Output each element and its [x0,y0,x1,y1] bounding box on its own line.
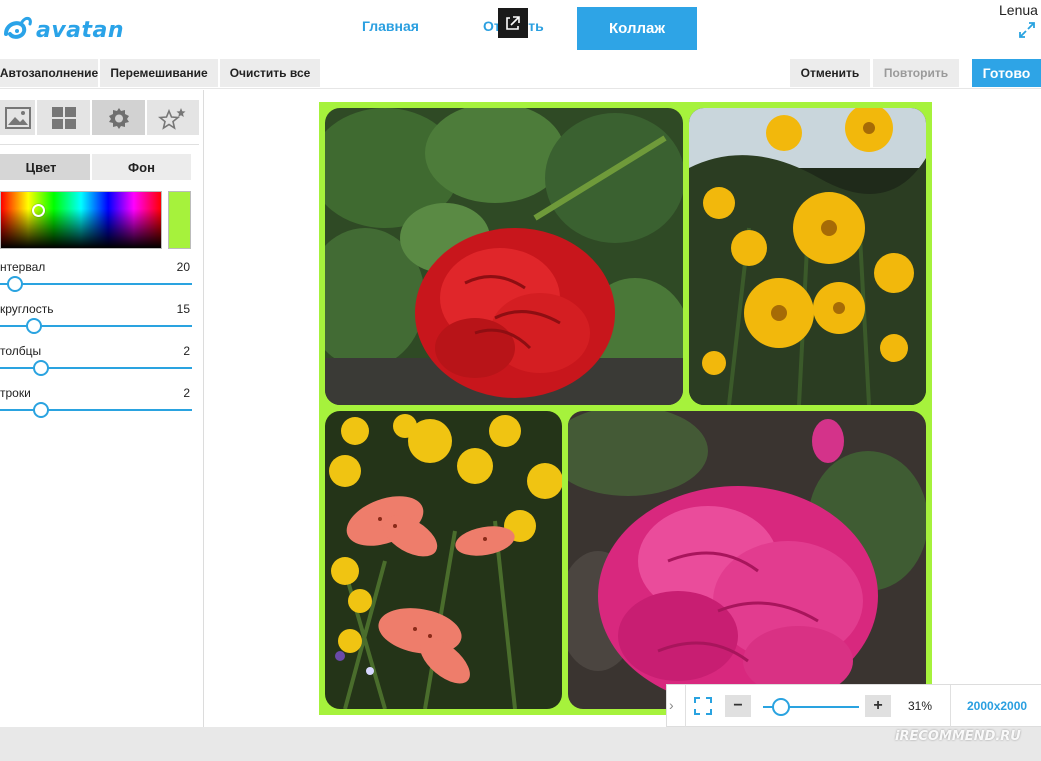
photo-cell-pink-geranium[interactable] [568,411,926,709]
avatan-logo[interactable]: avatan [0,8,124,48]
settings-panel: Цвет Фон нтервал 20 круглость 15 толбцы … [0,90,204,727]
color-picker[interactable] [0,191,162,249]
rounding-handle[interactable] [26,318,43,334]
interval-label: нтервал [0,260,46,274]
lilies-photo [325,411,562,709]
recommend-watermark: iRECOMMEND.RU [895,729,1021,744]
canvas-size[interactable]: 2000x2000 [967,699,1027,713]
stars-icon [158,107,186,130]
pink-geranium-photo [568,411,926,709]
shuffle-button[interactable]: Перемешивание [100,59,218,87]
tab-photos[interactable] [0,100,35,135]
rows-handle[interactable] [33,402,50,418]
photo-cell-lilies[interactable] [325,411,562,709]
red-geranium-photo [325,108,683,405]
rows-label: троки [0,386,31,400]
username[interactable]: Lenua [999,2,1038,18]
rows-value: 2 [183,386,190,400]
tab-layouts[interactable] [37,100,90,135]
collage-canvas[interactable] [319,102,932,715]
rows-slider: троки 2 [0,386,192,426]
columns-track[interactable] [0,367,192,369]
columns-handle[interactable] [33,360,50,376]
rounding-value: 15 [176,302,190,316]
interval-value: 20 [176,260,190,274]
tab-settings[interactable] [92,100,145,135]
gear-icon [108,107,129,129]
clear-all-button[interactable]: Очистить все [220,59,320,87]
zoom-bar: › − + 31% 2000x2000 [666,684,1041,728]
collapse-chevron-icon[interactable]: › [669,697,679,715]
rounding-slider: круглость 15 [0,302,192,342]
yellow-flowers-photo [689,108,926,405]
interval-handle[interactable] [7,276,24,292]
grid-icon [51,106,76,129]
undo-button[interactable]: Отменить [790,59,870,87]
zoom-bar-divider [685,685,686,728]
panel-divider [0,144,199,145]
zoom-percentage: 31% [908,699,933,713]
tab-effects[interactable] [147,100,199,135]
zoom-bar-divider-2 [950,685,951,728]
rows-track[interactable] [0,409,192,411]
interval-track[interactable] [0,283,192,285]
app-header: avatan Главная Открыть Коллаж Lenua [0,0,1041,57]
columns-value: 2 [183,344,190,358]
redo-button[interactable]: Повторить [873,59,959,87]
logo-text: avatan [36,18,125,43]
zoom-out-button[interactable]: − [725,695,751,717]
photo-cell-yellow-flowers[interactable] [689,108,926,405]
logo-swirl-icon [4,16,32,39]
zoom-in-button[interactable]: + [865,695,891,717]
nav-home-link[interactable]: Главная [362,18,419,34]
columns-label: толбцы [0,344,42,358]
footer-strip [0,727,1041,761]
tab-color[interactable]: Цвет [0,154,90,180]
columns-slider: толбцы 2 [0,344,192,384]
rounding-label: круглость [0,302,54,316]
selected-color-swatch[interactable] [168,191,191,249]
fit-screen-icon[interactable] [694,697,712,715]
expand-icon[interactable] [1017,20,1037,40]
autofill-button[interactable]: Автозаполнение [0,59,98,87]
color-picker-handle[interactable] [32,204,45,217]
image-icon [4,106,31,129]
external-link-icon[interactable] [498,8,528,38]
collage-toolbar: Автозаполнение Перемешивание Очистить вс… [0,57,1041,89]
done-button[interactable]: Готово [972,59,1041,87]
tab-background[interactable]: Фон [92,154,191,180]
collage-button[interactable]: Коллаж [577,7,697,50]
photo-cell-red-geranium[interactable] [325,108,683,405]
interval-slider: нтервал 20 [0,260,192,300]
zoom-handle[interactable] [772,698,791,716]
